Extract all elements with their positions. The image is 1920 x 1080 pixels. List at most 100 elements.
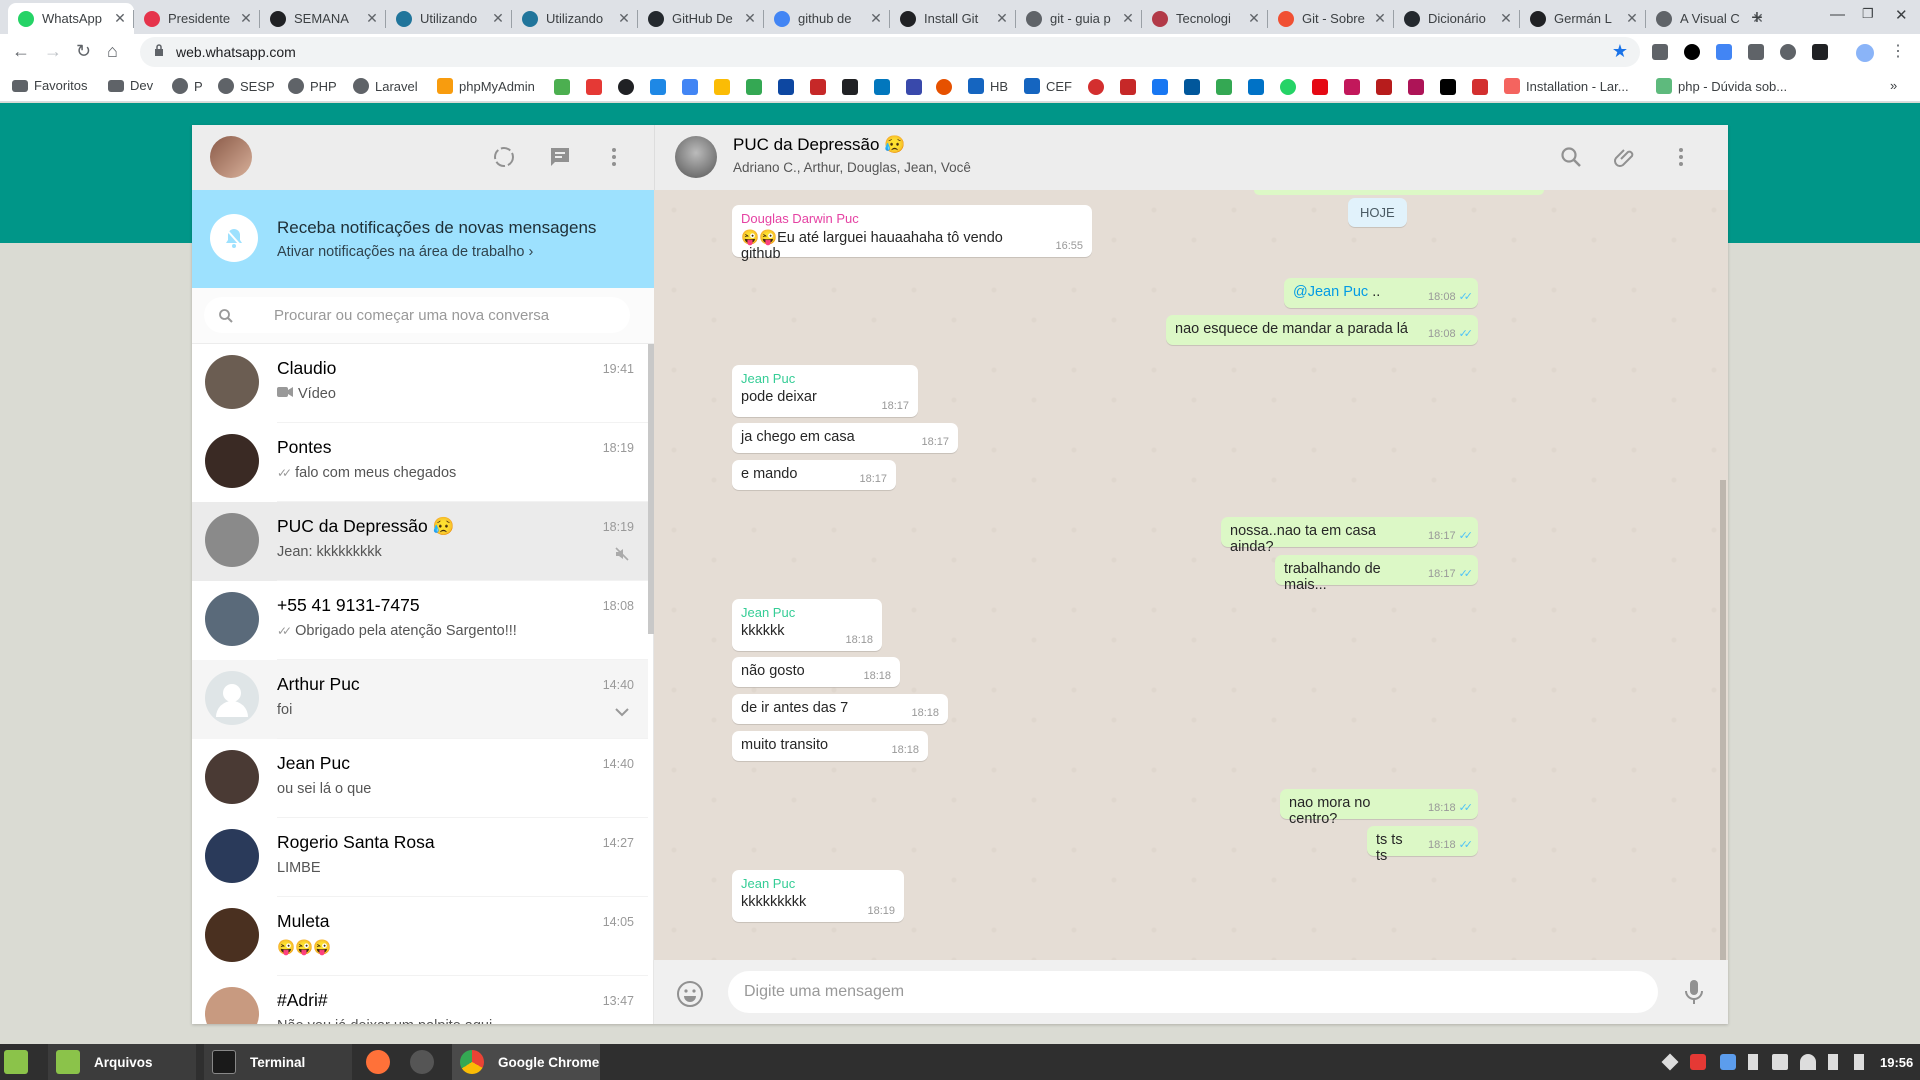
close-tab-icon[interactable]: ✕: [1372, 10, 1388, 27]
tab[interactable]: Install Git ✕: [890, 3, 1016, 34]
translate-icon[interactable]: [1716, 44, 1732, 60]
bookmark-icon[interactable]: [874, 79, 890, 95]
close-tab-icon[interactable]: ✕: [490, 10, 506, 27]
profile-avatar[interactable]: [1856, 44, 1874, 62]
tab[interactable]: Presidente ✕: [134, 3, 260, 34]
bookmark-icon[interactable]: [586, 79, 602, 95]
chat-list-item[interactable]: Claudio 19:41 Vídeo: [192, 344, 648, 423]
message-outgoing[interactable]: nao mora no centro? 18:18 ✓✓: [1280, 789, 1478, 827]
forward-icon[interactable]: →: [44, 41, 62, 62]
extension-icon[interactable]: [1748, 44, 1764, 60]
bookmark-icon[interactable]: [842, 79, 858, 95]
wifi-icon[interactable]: [1800, 1054, 1816, 1070]
microphone-icon[interactable]: [1684, 978, 1704, 1006]
message-mention[interactable]: @Jean Puc: [1293, 284, 1368, 300]
tab-active[interactable]: WhatsApp ✕: [8, 3, 134, 34]
extension-icon[interactable]: [1812, 44, 1828, 60]
bookmark-icon[interactable]: [650, 79, 666, 95]
more-bookmarks-button[interactable]: »: [1890, 78, 1897, 93]
message-sender[interactable]: Jean Puc: [741, 605, 873, 620]
bookmark-link[interactable]: PHP: [288, 78, 337, 94]
bookmark-icon[interactable]: [936, 79, 952, 95]
start-menu-button[interactable]: [4, 1044, 36, 1080]
outlook-icon[interactable]: [1248, 79, 1264, 95]
network-tray-icon[interactable]: [1661, 1053, 1679, 1071]
tab[interactable]: Git - Sobre ✕: [1268, 3, 1394, 34]
extension-icon[interactable]: [1684, 44, 1700, 60]
message-input[interactable]: Digite uma mensagem: [728, 971, 1658, 1013]
taskbar-app[interactable]: Arquivos: [48, 1044, 196, 1080]
chat-list-item[interactable]: PUC da Depressão 😥 18:19 Jean: kkkkkkkkk: [192, 502, 648, 581]
bookmark-link[interactable]: php - Dúvida sob...: [1656, 78, 1787, 94]
tab[interactable]: GitHub De ✕: [638, 3, 764, 34]
whatsapp-icon[interactable]: [1280, 79, 1296, 95]
facebook-icon[interactable]: [1152, 79, 1168, 95]
message-incoming[interactable]: muito transito 18:18: [732, 731, 928, 761]
menu-icon[interactable]: [1669, 145, 1693, 169]
tab[interactable]: Dicionário ✕: [1394, 3, 1520, 34]
mega-tray-icon[interactable]: [1690, 1054, 1706, 1070]
tab[interactable]: Utilizando ✕: [512, 3, 638, 34]
app-launcher[interactable]: [410, 1044, 434, 1080]
conversation-header[interactable]: PUC da Depressão 😥 Adriano C., Arthur, D…: [654, 125, 1728, 190]
message-outgoing[interactable]: trabalhando de mais... 18:17 ✓✓: [1275, 555, 1478, 593]
chat-list-item[interactable]: Pontes 18:19 ✓✓ falo com meus chegados: [192, 423, 648, 502]
new-chat-icon[interactable]: [548, 145, 572, 169]
attach-icon[interactable]: [1613, 145, 1637, 169]
extension-icon[interactable]: [1652, 44, 1668, 60]
menu-dots-icon[interactable]: ⋮: [1890, 41, 1906, 61]
message-sender[interactable]: Jean Puc: [741, 876, 895, 891]
firefox-launcher[interactable]: [366, 1044, 390, 1080]
taskbar-app-active[interactable]: Google Chrome: [452, 1044, 600, 1080]
message-sender[interactable]: Jean Puc: [741, 371, 909, 386]
message-scrollbar[interactable]: [1720, 480, 1726, 960]
close-tab-icon[interactable]: ✕: [616, 10, 632, 27]
search-input[interactable]: Procurar ou começar uma nova conversa: [204, 297, 630, 333]
message-outgoing[interactable]: nao esquece de mandar a parada lá 18:08 ✓✓: [1166, 315, 1478, 345]
netflix-icon[interactable]: [1312, 79, 1328, 95]
shield-icon[interactable]: [1720, 1054, 1736, 1070]
bookmark-icon[interactable]: [1376, 79, 1392, 95]
bookmark-icon[interactable]: [1344, 79, 1360, 95]
bookmark-icon[interactable]: [1184, 79, 1200, 95]
taskbar-app[interactable]: Terminal: [204, 1044, 352, 1080]
drive-icon[interactable]: [1216, 79, 1232, 95]
bookmark-folder[interactable]: Favoritos: [12, 78, 87, 93]
extension-icon[interactable]: [1780, 44, 1796, 60]
bookmark-link[interactable]: Laravel: [353, 78, 418, 94]
bookmark-icon[interactable]: [1088, 79, 1104, 95]
status-icon[interactable]: [492, 145, 516, 169]
bookmark-link[interactable]: CEF: [1024, 78, 1072, 94]
volume-icon[interactable]: [1828, 1054, 1838, 1070]
bookmark-link[interactable]: phpMyAdmin: [437, 78, 535, 94]
chat-list-item[interactable]: Arthur Puc 14:40 foi: [192, 660, 648, 739]
chat-list-item[interactable]: #Adri# 13:47 Não vou já deixar um palpite …: [192, 976, 648, 1024]
tab[interactable]: SEMANA ✕: [260, 3, 386, 34]
new-tab-button[interactable]: +: [1746, 3, 1768, 34]
message-incoming[interactable]: e mando 18:17: [732, 460, 896, 490]
close-tab-icon[interactable]: ✕: [112, 10, 128, 27]
message-incoming[interactable]: Jean Puc kkkkkk 18:18: [732, 599, 882, 651]
close-tab-icon[interactable]: ✕: [364, 10, 380, 27]
chat-list-item[interactable]: Rogerio Santa Rosa 14:27 LIMBE: [192, 818, 648, 897]
bookmark-icon[interactable]: [714, 79, 730, 95]
menu-icon[interactable]: [602, 145, 626, 169]
close-tab-icon[interactable]: ✕: [868, 10, 884, 27]
message-incoming[interactable]: não gosto 18:18: [732, 657, 900, 687]
bookmark-icon[interactable]: [906, 79, 922, 95]
message-incoming[interactable]: Douglas Darwin Puc 😜😜Eu até larguei hauaa…: [732, 205, 1092, 262]
tab[interactable]: Utilizando ✕: [386, 3, 512, 34]
bookmark-link[interactable]: SESP: [218, 78, 275, 94]
message-incoming[interactable]: ja chego em casa 18:17: [732, 423, 958, 453]
back-icon[interactable]: ←: [12, 41, 30, 62]
chat-list-item[interactable]: Muleta 14:05 😜😜😜: [192, 897, 648, 976]
minimize-icon[interactable]: —: [1830, 6, 1845, 23]
bookmark-icon[interactable]: [810, 79, 826, 95]
emoji-icon[interactable]: [676, 980, 704, 1008]
close-tab-icon[interactable]: ✕: [238, 10, 254, 27]
bookmark-link[interactable]: Installation - Lar...: [1504, 78, 1629, 94]
bookmark-link[interactable]: P: [172, 78, 203, 94]
group-avatar[interactable]: [675, 136, 717, 178]
bookmark-icon[interactable]: [554, 79, 570, 95]
close-tab-icon[interactable]: ✕: [1246, 10, 1262, 27]
